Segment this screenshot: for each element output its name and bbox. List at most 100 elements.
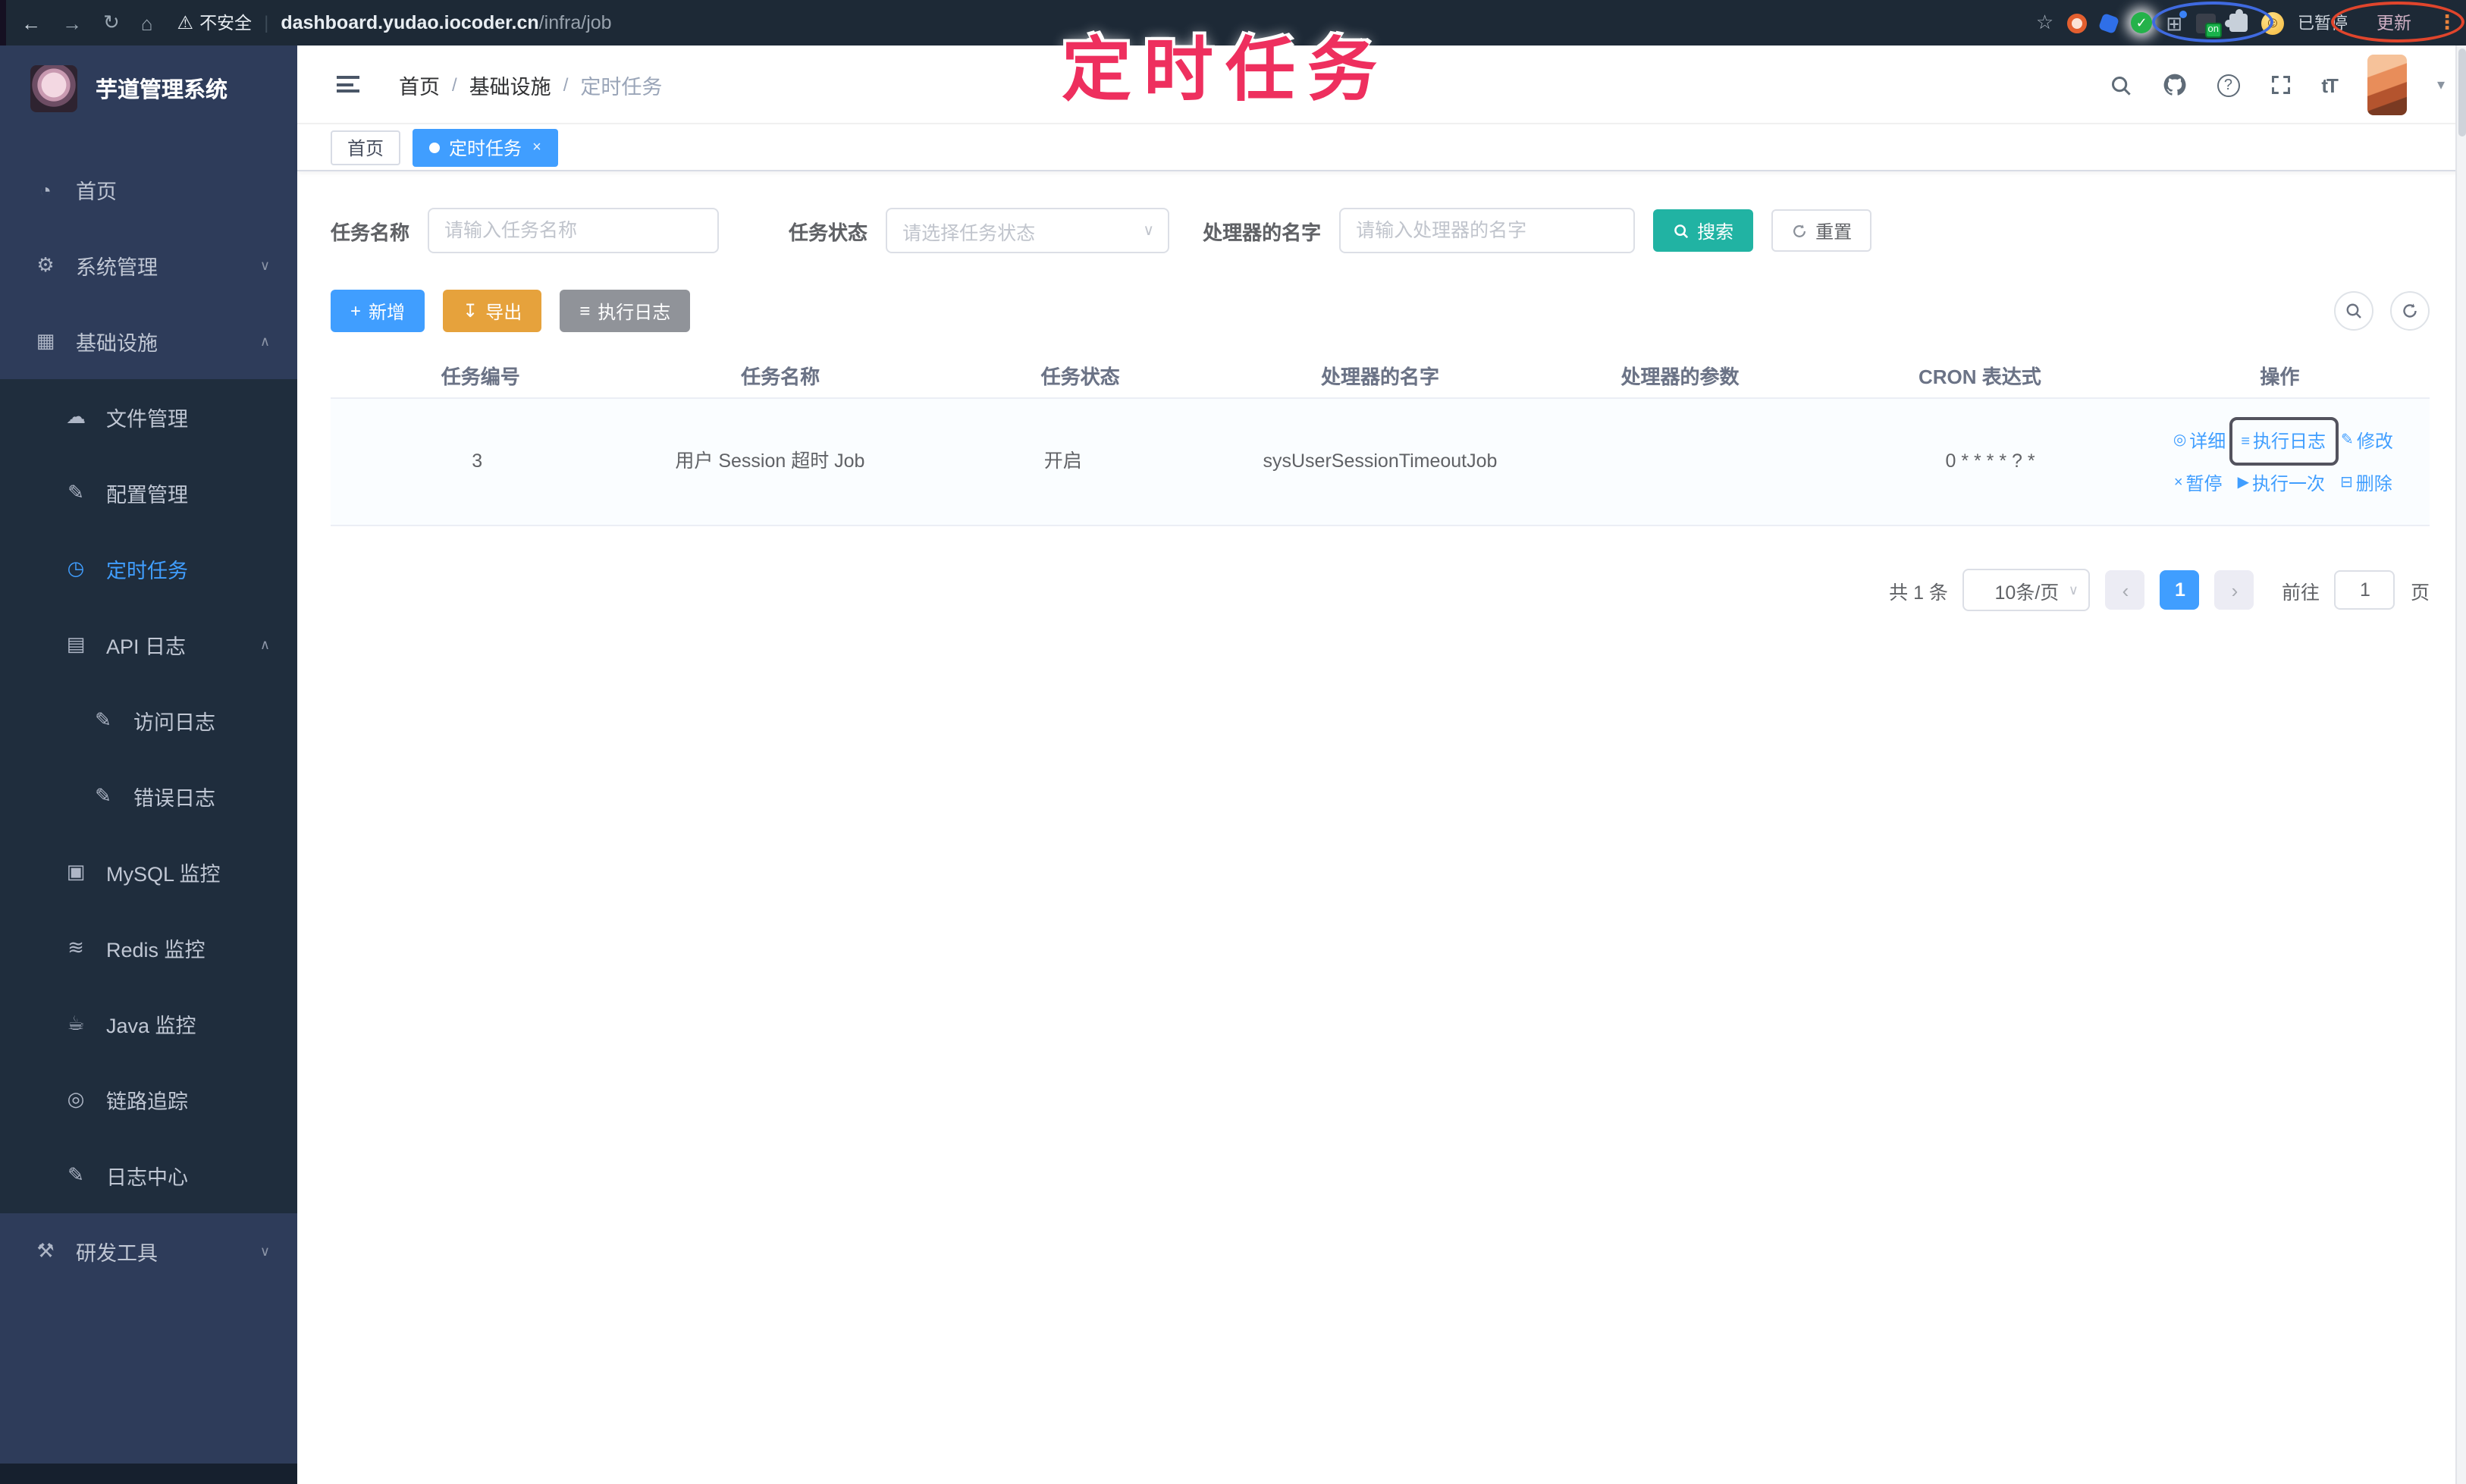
- topbar-icons: ? tT ▾: [2109, 45, 2445, 124]
- chevron-down-icon: ∨: [1143, 222, 1155, 239]
- search-button-label: 搜索: [1697, 221, 1734, 242]
- jobs-table: 任务编号 任务名称 任务状态 处理器的名字 处理器的参数 CRON 表达式 操作…: [331, 353, 2430, 526]
- breadcrumb-infra[interactable]: 基础设施: [469, 69, 551, 99]
- action-edit-link[interactable]: ✎ 修改: [2341, 425, 2393, 456]
- reset-button[interactable]: 重置: [1771, 209, 1872, 252]
- font-size-icon[interactable]: tT: [2321, 74, 2339, 96]
- window-edge: [0, 0, 6, 45]
- cloud-upload-icon: ☁: [66, 405, 86, 428]
- action-detail-link[interactable]: ◎ 详细: [2173, 425, 2226, 456]
- goto-page-input[interactable]: [2334, 570, 2395, 610]
- action-pause-link[interactable]: × 暂停: [2174, 468, 2223, 499]
- github-icon[interactable]: [2162, 73, 2186, 97]
- show-search-icon-button[interactable]: [2334, 291, 2373, 331]
- extension-blue-icon[interactable]: [2098, 11, 2120, 34]
- sidebar-item-mysql-monitor[interactable]: ▣ MySQL 监控: [0, 834, 297, 910]
- sidebar-item-java-monitor[interactable]: ☕ Java 监控: [0, 986, 297, 1062]
- page-1-button[interactable]: 1: [2160, 570, 2200, 610]
- sidebar-item-access-log[interactable]: ✎ 访问日志: [0, 682, 297, 758]
- gear-icon: ⚙: [36, 253, 55, 276]
- doc-edit-icon: ✎: [95, 708, 111, 731]
- extension-green-icon[interactable]: ✓: [2131, 12, 2153, 33]
- doc-edit-icon: ✎: [67, 1163, 84, 1186]
- sidebar-item-label: 文件管理: [106, 408, 188, 431]
- grid-icon: ▦: [36, 329, 55, 352]
- sidebar-item-label: 研发工具: [76, 1242, 158, 1265]
- scrollbar-thumb[interactable]: [2458, 49, 2466, 136]
- extension-switch-icon[interactable]: on: [2196, 13, 2222, 37]
- sidebar-item-config-manage[interactable]: ✎ 配置管理: [0, 455, 297, 531]
- refresh-icon-button[interactable]: [2390, 291, 2430, 331]
- sidebar-item-dev-tools[interactable]: ⚒ 研发工具 ∨: [0, 1213, 297, 1289]
- sidebar-item-file-manage[interactable]: ☁ 文件管理: [0, 379, 297, 455]
- export-button[interactable]: ↧ 导出: [443, 290, 542, 332]
- extension-grid-icon[interactable]: ⊞: [2166, 10, 2187, 33]
- fullscreen-icon[interactable]: [2270, 74, 2291, 96]
- add-button[interactable]: + 新增: [331, 290, 425, 332]
- browser-reload-icon[interactable]: ↻: [103, 11, 120, 35]
- handler-name-input[interactable]: [1339, 208, 1636, 253]
- extensions-puzzle-icon[interactable]: [2225, 9, 2248, 32]
- search-icon[interactable]: [2109, 74, 2132, 96]
- url-path[interactable]: /infra/job: [539, 12, 612, 33]
- monitor-icon: ▣: [66, 860, 86, 883]
- tab-label: 定时任务: [449, 137, 522, 158]
- exec-log-button[interactable]: ≡ 执行日志: [560, 290, 691, 332]
- tab-home[interactable]: 首页: [331, 130, 401, 165]
- app-logo[interactable]: 芋道管理系统: [0, 45, 297, 130]
- sidebar-item-api-log[interactable]: ▤ API 日志 ∧: [0, 607, 297, 682]
- bookmark-star-icon[interactable]: ☆: [2036, 11, 2053, 35]
- browser-home-icon[interactable]: ⌂: [141, 11, 153, 34]
- table-row[interactable]: 3 用户 Session 超时 Job 开启 sysUserSessionTim…: [331, 399, 2430, 526]
- sidebar-item-infra[interactable]: ▦ 基础设施 ∧: [0, 303, 297, 379]
- browser-menu-icon[interactable]: ⋮: [2437, 11, 2457, 35]
- prev-page-button[interactable]: ‹: [2105, 570, 2145, 610]
- tab-close-icon[interactable]: ×: [532, 139, 541, 155]
- on-badge: on: [2204, 22, 2222, 37]
- cell-handler-name: sysUserSessionTimeoutJob: [1263, 450, 1498, 472]
- security-badge[interactable]: ⚠ 不安全: [177, 11, 253, 35]
- cell-actions: ◎ 详细 ≡ 执行日志 ✎ 修改 × 暂停 ▶ 执行一次 ⊟ 删除: [2137, 416, 2430, 499]
- eye-icon: ◎: [2173, 432, 2187, 450]
- extension-orange-icon[interactable]: [2067, 13, 2088, 33]
- sidebar-item-home[interactable]: ◔ 首页: [0, 152, 297, 227]
- tab-scheduled-jobs[interactable]: 定时任务 ×: [413, 128, 558, 166]
- sidebar-item-log-center[interactable]: ✎ 日志中心: [0, 1137, 297, 1213]
- url-host[interactable]: dashboard.yudao.iocoder.cn: [281, 12, 538, 33]
- user-caret-down-icon[interactable]: ▾: [2437, 77, 2445, 93]
- browser-update-button[interactable]: 更新: [2377, 11, 2411, 35]
- job-name-input[interactable]: [428, 208, 720, 253]
- sidebar-item-scheduled-jobs[interactable]: ◷ 定时任务: [0, 531, 297, 607]
- add-button-label: 新增: [369, 301, 406, 322]
- sidebar-item-tracing[interactable]: ◎ 链路追踪: [0, 1062, 297, 1137]
- col-handler-name: 处理器的名字: [1321, 366, 1440, 388]
- breadcrumb-home[interactable]: 首页: [399, 69, 440, 99]
- trash-icon: ⊟: [2340, 475, 2353, 492]
- sidebar-item-redis-monitor[interactable]: ≋ Redis 监控: [0, 910, 297, 986]
- user-avatar[interactable]: [2367, 55, 2407, 115]
- sidebar-item-error-log[interactable]: ✎ 错误日志: [0, 758, 297, 834]
- tab-pauser-extension-icon[interactable]: ☺: [2261, 11, 2284, 34]
- search-button[interactable]: 搜索: [1653, 209, 1754, 252]
- action-run-once-link[interactable]: ▶ 执行一次: [2238, 468, 2325, 499]
- next-page-button[interactable]: ›: [2214, 570, 2254, 610]
- edit-icon: ✎: [67, 481, 84, 504]
- sidebar-item-label: 访问日志: [133, 711, 215, 734]
- job-status-select[interactable]: 请选择任务状态 ∨: [886, 208, 1170, 253]
- sidebar-item-label: MySQL 监控: [106, 863, 221, 886]
- action-label: 执行日志: [2253, 431, 2326, 453]
- sidebar-item-label: 链路追踪: [106, 1090, 188, 1113]
- page-size-select[interactable]: 10条/页 ∨: [1962, 569, 2091, 611]
- action-exec-log-link[interactable]: ≡ 执行日志: [2241, 427, 2326, 458]
- sidebar-item-system[interactable]: ⚙ 系统管理 ∨: [0, 227, 297, 303]
- sidebar-item-label: Java 监控: [106, 1015, 196, 1037]
- browser-back-icon[interactable]: ←: [21, 11, 41, 34]
- col-job-id: 任务编号: [441, 366, 520, 388]
- breadcrumb-separator: /: [563, 74, 569, 95]
- browser-forward-icon[interactable]: →: [62, 11, 82, 34]
- help-icon[interactable]: ?: [2217, 74, 2240, 96]
- action-delete-link[interactable]: ⊟ 删除: [2340, 468, 2392, 499]
- collapse-menu-icon[interactable]: [337, 76, 359, 93]
- page-size-value: 10条/页: [1994, 582, 2060, 603]
- browser-scrollbar[interactable]: [2455, 45, 2466, 1484]
